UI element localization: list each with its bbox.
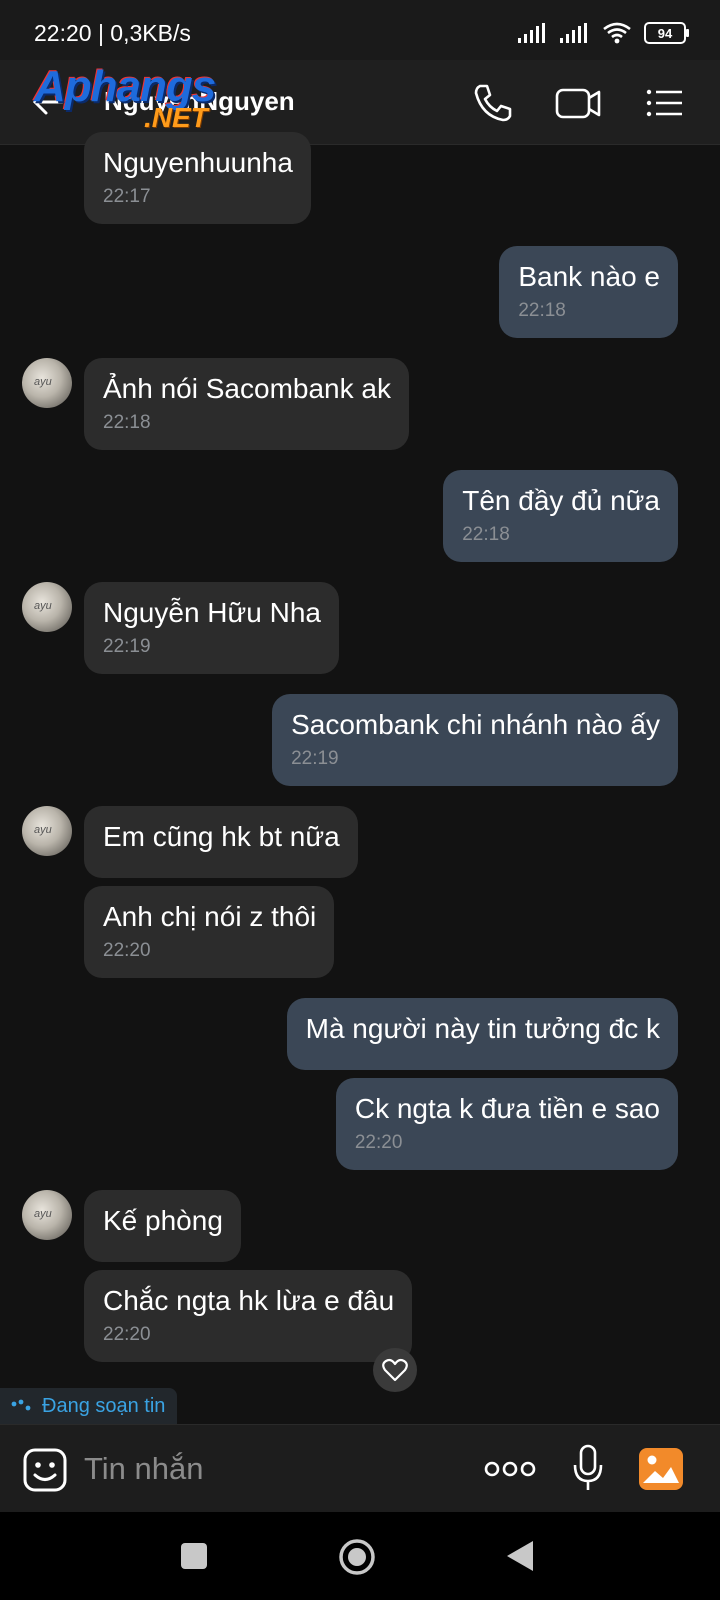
message-bubble-incoming[interactable]: Em cũng hk bt nữa (84, 806, 358, 878)
recent-apps-icon[interactable] (180, 1542, 208, 1570)
message-time: 22:18 (518, 300, 566, 321)
more-icon[interactable] (484, 1459, 536, 1479)
message-text: Nguyenhuunha (103, 147, 293, 178)
typing-indicator: Đang soạn tin (0, 1388, 178, 1424)
battery-indicator: 94 (644, 22, 689, 44)
message-bubble-outgoing[interactable]: Ck ngta k đưa tiền e sao 22:20 (335, 1078, 678, 1170)
message-text: Sacombank chi nhánh nào ấy (291, 709, 660, 740)
contact-avatar[interactable]: ayu (22, 806, 72, 856)
list-menu-icon[interactable] (640, 80, 686, 126)
typing-dots-icon (11, 1399, 31, 1411)
message-time: 22:19 (103, 636, 151, 657)
message-bubble-incoming[interactable]: Ảnh nói Sacombank ak 22:18 (84, 358, 409, 450)
message-input[interactable]: Tin nhắn (84, 1451, 204, 1487)
message-text: Ck ngta k đưa tiền e sao (354, 1093, 660, 1124)
cell-signal-icon (518, 23, 545, 43)
message-text: Ảnh nói Sacombank ak (103, 373, 391, 404)
contact-avatar[interactable]: ayu (22, 1190, 72, 1240)
message-text: Chắc ngta hk lừa e đâu (103, 1285, 395, 1316)
message-bubble-outgoing[interactable]: Bank nào e 22:18 (499, 246, 678, 338)
message-time: 22:19 (291, 748, 339, 769)
message-time: 22:17 (103, 186, 151, 207)
home-icon[interactable] (338, 1538, 376, 1576)
gallery-icon[interactable] (638, 1447, 684, 1491)
contact-avatar[interactable]: ayu (22, 582, 72, 632)
video-call-icon[interactable] (555, 80, 601, 126)
message-text: Tên đầy đủ nữa (462, 485, 660, 516)
contact-avatar[interactable]: ayu (22, 358, 72, 408)
heart-icon (382, 1358, 408, 1382)
message-text: Anh chị nói z thôi (103, 901, 317, 932)
message-time: 22:20 (103, 940, 151, 961)
message-bubble-outgoing[interactable]: Tên đầy đủ nữa 22:18 (443, 470, 678, 562)
back-nav-icon[interactable] (505, 1539, 535, 1573)
message-text: Kế phòng (103, 1205, 223, 1236)
message-bubble-incoming[interactable]: Kế phòng (84, 1190, 241, 1262)
phone-icon[interactable] (470, 80, 516, 126)
contact-name[interactable]: NguyenNguyen (104, 86, 295, 117)
message-text: Mà người này tin tưởng đc k (305, 1013, 660, 1044)
message-composer: Tin nhắn (0, 1424, 720, 1513)
battery-level: 94 (657, 25, 673, 41)
message-time: 22:20 (103, 1324, 151, 1345)
back-arrow-icon[interactable] (28, 82, 68, 122)
message-time: 22:20 (354, 1132, 403, 1153)
emoji-icon[interactable] (22, 1447, 68, 1493)
system-navigation-bar (0, 1512, 720, 1600)
status-icons: 94 (518, 22, 689, 44)
typing-text: Đang soạn tin (42, 1394, 166, 1417)
message-text: Em cũng hk bt nữa (103, 821, 340, 852)
message-bubble-outgoing[interactable]: Sacombank chi nhánh nào ấy 22:19 (272, 694, 678, 786)
message-bubble-incoming[interactable]: Chắc ngta hk lừa e đâu 22:20 (84, 1270, 413, 1362)
message-text: Bank nào e (518, 261, 660, 292)
message-bubble-outgoing[interactable]: Mà người này tin tưởng đc k (286, 998, 678, 1070)
status-time-speed: 22:20 | 0,3KB/s (34, 20, 191, 46)
message-text: Nguyễn Hữu Nha (103, 597, 321, 628)
react-heart-button[interactable] (373, 1348, 417, 1392)
message-bubble-incoming[interactable]: Anh chị nói z thôi 22:20 (84, 886, 335, 978)
message-time: 22:18 (462, 524, 510, 545)
message-bubble-incoming[interactable]: Nguyễn Hữu Nha 22:19 (84, 582, 339, 674)
microphone-icon[interactable] (572, 1443, 604, 1493)
message-bubble-incoming[interactable]: Nguyenhuunha 22:17 (84, 132, 311, 224)
wifi-icon (603, 22, 631, 44)
cell-signal-icon (560, 23, 587, 43)
status-bar: 22:20 | 0,3KB/s 94 (0, 0, 720, 60)
message-time: 22:18 (103, 412, 151, 433)
